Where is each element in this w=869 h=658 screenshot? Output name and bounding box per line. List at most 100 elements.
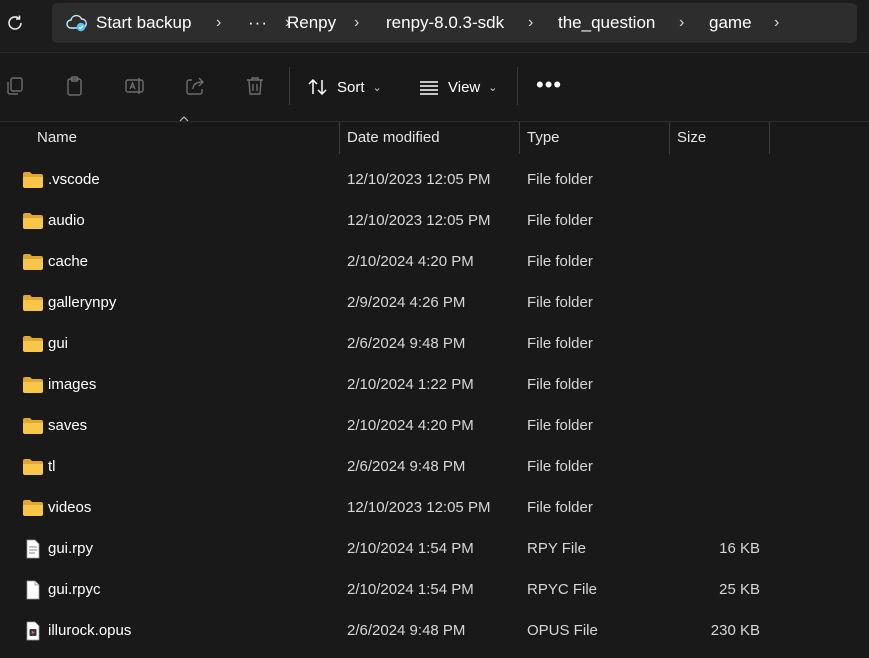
- column-header-name[interactable]: Name: [37, 122, 77, 155]
- column-header-type[interactable]: Type: [527, 122, 560, 155]
- file-date-modified: 12/10/2023 12:05 PM: [347, 499, 491, 516]
- file-type: File folder: [527, 294, 593, 311]
- file-type: File folder: [527, 376, 593, 393]
- file-type: RPY File: [527, 540, 586, 557]
- column-resize-handle[interactable]: [339, 122, 340, 154]
- file-size: [680, 487, 760, 528]
- paste-icon[interactable]: [64, 75, 86, 97]
- breadcrumb-the-question[interactable]: the_question: [558, 3, 655, 43]
- breadcrumb-separator-icon[interactable]: ›: [216, 3, 221, 43]
- folder-icon: [22, 334, 44, 354]
- file-row[interactable]: illurock.opus 2/6/2024 9:48 PM OPUS File 23…: [0, 610, 869, 651]
- breadcrumb-separator-icon[interactable]: ›: [774, 3, 779, 43]
- cloud-backup-icon: [66, 14, 88, 32]
- breadcrumb-separator-icon[interactable]: ›: [528, 3, 533, 43]
- column-resize-handle[interactable]: [519, 122, 520, 154]
- file-row[interactable]: videos 12/10/2023 12:05 PM File folder: [0, 487, 869, 528]
- view-label: View: [448, 78, 481, 96]
- file-date-modified: 2/9/2024 4:26 PM: [347, 294, 466, 311]
- file-date-modified: 12/10/2023 12:05 PM: [347, 171, 491, 188]
- file-row[interactable]: cache 2/10/2024 4:20 PM File folder: [0, 241, 869, 282]
- toolbar-divider: [517, 67, 518, 105]
- file-date-modified: 2/10/2024 1:54 PM: [347, 581, 474, 598]
- column-header-size[interactable]: Size: [677, 122, 706, 155]
- file-date-modified: 2/6/2024 9:48 PM: [347, 622, 466, 639]
- file-row[interactable]: gui 2/6/2024 9:48 PM File folder: [0, 323, 869, 364]
- file-name: illurock.opus: [48, 622, 132, 639]
- file-name: gui.rpyc: [48, 581, 101, 598]
- file-type: OPUS File: [527, 622, 598, 639]
- file-date-modified: 2/10/2024 1:54 PM: [347, 540, 474, 557]
- file-size: 230 KB: [710, 622, 760, 639]
- folder-icon: [22, 211, 44, 231]
- breadcrumb-renpy[interactable]: Renpy: [287, 3, 336, 43]
- audio-file-icon: [22, 621, 44, 641]
- file-row[interactable]: audio 12/10/2023 12:05 PM File folder: [0, 200, 869, 241]
- file-row[interactable]: saves 2/10/2024 4:20 PM File folder: [0, 405, 869, 446]
- copy-icon[interactable]: [4, 75, 26, 97]
- address-bar-area: Start backup › ··· › Renpy › renpy-8.0.3…: [0, 0, 869, 53]
- file-row[interactable]: images 2/10/2024 1:22 PM File folder: [0, 364, 869, 405]
- view-button[interactable]: View ⌄: [418, 73, 497, 101]
- file-name: gui.rpy: [48, 540, 94, 557]
- file-row[interactable]: gallerynpy 2/9/2024 4:26 PM File folder: [0, 282, 869, 323]
- file-type: File folder: [527, 458, 593, 475]
- folder-icon: [22, 293, 44, 313]
- folder-icon: [22, 498, 44, 518]
- file-type: File folder: [527, 335, 593, 352]
- column-resize-handle[interactable]: [769, 122, 770, 154]
- file-name: tl: [48, 458, 56, 475]
- file-size: [680, 405, 760, 446]
- blank-file-icon: [22, 580, 44, 600]
- file-name: gui: [48, 335, 69, 352]
- folder-icon: [22, 416, 44, 436]
- file-size: 25 KB: [719, 581, 760, 598]
- delete-icon[interactable]: [244, 75, 266, 97]
- column-header-date-modified[interactable]: Date modified: [347, 122, 440, 155]
- file-row[interactable]: tl 2/6/2024 9:48 PM File folder: [0, 446, 869, 487]
- file-size: [680, 446, 760, 487]
- file-size: [680, 241, 760, 282]
- file-name: videos: [48, 499, 92, 516]
- sort-label: Sort: [337, 78, 365, 96]
- file-type: File folder: [527, 212, 593, 229]
- sort-button[interactable]: Sort ⌄: [307, 73, 382, 101]
- file-name: audio: [48, 212, 85, 229]
- breadcrumb-separator-icon[interactable]: ›: [354, 3, 359, 43]
- breadcrumb-start-backup[interactable]: Start backup: [96, 3, 191, 43]
- share-icon[interactable]: [184, 75, 206, 97]
- breadcrumb-overflow[interactable]: ···: [248, 3, 268, 43]
- file-row[interactable]: .vscode 12/10/2023 12:05 PM File folder: [0, 159, 869, 200]
- folder-icon: [22, 252, 44, 272]
- file-row[interactable]: gui.rpyc 2/10/2024 1:54 PM RPYC File 25 KB: [0, 569, 869, 610]
- refresh-icon[interactable]: [4, 12, 26, 34]
- view-icon: [420, 81, 438, 95]
- file-name: .vscode: [48, 171, 100, 188]
- toolbar-divider: [289, 67, 290, 105]
- column-resize-handle[interactable]: [669, 122, 670, 154]
- sort-icon: [308, 78, 327, 96]
- breadcrumb[interactable]: Start backup › ··· › Renpy › renpy-8.0.3…: [52, 3, 857, 43]
- file-date-modified: 2/10/2024 1:22 PM: [347, 376, 474, 393]
- column-header-row: Name Date modified Type Size: [0, 122, 869, 155]
- breadcrumb-game[interactable]: game: [709, 3, 752, 43]
- file-date-modified: 2/6/2024 9:48 PM: [347, 458, 466, 475]
- file-size: [680, 282, 760, 323]
- file-date-modified: 2/10/2024 4:20 PM: [347, 253, 474, 270]
- file-size: [680, 323, 760, 364]
- file-name: saves: [48, 417, 88, 434]
- rename-icon[interactable]: [124, 75, 146, 97]
- breadcrumb-renpy-sdk[interactable]: renpy-8.0.3-sdk: [386, 3, 504, 43]
- file-size: [680, 159, 760, 200]
- file-date-modified: 2/10/2024 4:20 PM: [347, 417, 474, 434]
- breadcrumb-separator-icon[interactable]: ›: [679, 3, 684, 43]
- file-row[interactable]: gui.rpy 2/10/2024 1:54 PM RPY File 16 KB: [0, 528, 869, 569]
- folder-icon: [22, 457, 44, 477]
- file-date-modified: 2/6/2024 9:48 PM: [347, 335, 466, 352]
- file-type: File folder: [527, 417, 593, 434]
- file-type: File folder: [527, 171, 593, 188]
- command-bar: Sort ⌄ View ⌄ •••: [0, 53, 869, 122]
- file-size: [680, 364, 760, 405]
- text-file-icon: [22, 539, 44, 559]
- more-options-button[interactable]: •••: [536, 74, 561, 99]
